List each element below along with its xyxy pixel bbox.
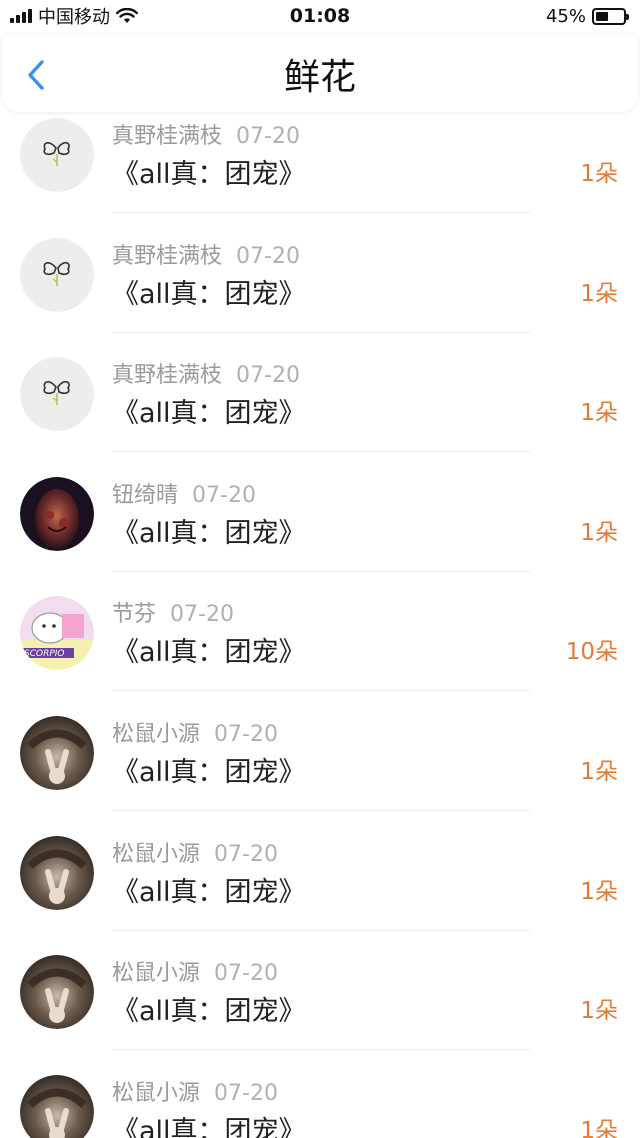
user-name: 松鼠小源 (112, 841, 201, 867)
user-name: 钮绮晴 (112, 482, 179, 508)
item-meta: 真野桂满枝 07-20 (112, 357, 300, 389)
list-item[interactable]: 松鼠小源 07-20 《all真：团宠》 1朵 (0, 830, 640, 950)
flower-count: 1朵 (580, 878, 618, 905)
flower-count: 1朵 (580, 519, 618, 546)
work-title: 《all真：团宠》 (112, 517, 306, 549)
avatar[interactable] (20, 237, 94, 312)
list-item[interactable]: 真野桂满枝 07-20 《all真：团宠》 1朵 (0, 232, 640, 352)
work-title: 《all真：团宠》 (112, 637, 306, 669)
item-date: 07-20 (214, 961, 278, 987)
item-meta: 节芬 07-20 (112, 596, 234, 628)
svg-text:SCORPIO: SCORPIO (24, 649, 65, 659)
page-title: 鲜花 (283, 57, 356, 98)
item-date: 07-20 (236, 363, 300, 389)
list-item[interactable]: SCORPIO 节芬 07-20 《all真：团宠》 10朵 (0, 590, 640, 710)
user-name: 松鼠小源 (112, 722, 201, 747)
signal-icon (10, 9, 32, 23)
avatar[interactable] (20, 357, 94, 432)
avatar[interactable] (20, 1074, 94, 1138)
nav-bar: 鲜花 (2, 36, 638, 112)
user-name: 真野桂满枝 (112, 363, 223, 389)
work-title: 《all真：团宠》 (112, 398, 306, 430)
list-item[interactable]: 松鼠小源 07-20 《all真：团宠》 1朵 (0, 1069, 640, 1138)
item-date: 07-20 (214, 722, 278, 747)
avatar[interactable] (20, 835, 94, 910)
carrier-label: 中国移动 (38, 7, 110, 28)
battery-fill (596, 11, 608, 21)
status-right: 45% (545, 5, 629, 27)
status-left: 中国移动 (10, 3, 138, 29)
list-item[interactable]: 松鼠小源 07-20 《all真：团宠》 1朵 (0, 710, 640, 830)
list-item[interactable]: 真野桂满枝 07-20 《all真：团宠》 1朵 (0, 351, 640, 471)
avatar[interactable] (20, 955, 94, 1030)
user-name: 松鼠小源 (112, 961, 201, 987)
user-name: 真野桂满枝 (112, 124, 223, 149)
flower-count: 1朵 (580, 998, 618, 1025)
avatar[interactable] (20, 716, 94, 790)
user-name: 松鼠小源 (112, 1080, 201, 1106)
chevron-left-icon (28, 60, 44, 90)
item-date: 07-20 (214, 1080, 278, 1106)
flower-count: 1朵 (580, 280, 618, 307)
item-meta: 松鼠小源 07-20 (112, 716, 278, 748)
avatar[interactable]: SCORPIO (20, 596, 94, 671)
work-title: 《all真：团宠》 (112, 159, 306, 190)
item-date: 07-20 (192, 482, 256, 508)
battery-percent: 45% (545, 5, 586, 27)
item-date: 07-20 (236, 243, 300, 269)
work-title: 《all真：团宠》 (112, 278, 306, 310)
item-date: 07-20 (170, 602, 234, 628)
battery-icon (592, 7, 629, 25)
divider (112, 212, 530, 213)
divider (112, 451, 530, 453)
divider (112, 810, 530, 811)
work-title: 《all真：团宠》 (112, 757, 306, 788)
item-meta: 真野桂满枝 07-20 (112, 238, 300, 270)
divider (112, 331, 530, 333)
divider (112, 1049, 530, 1051)
divider (112, 690, 530, 692)
back-button[interactable] (22, 58, 52, 92)
item-meta: 松鼠小源 07-20 (112, 955, 278, 987)
work-title: 《all真：团宠》 (112, 1115, 306, 1138)
divider (112, 570, 530, 572)
item-date: 07-20 (214, 841, 278, 867)
item-meta: 钮绮晴 07-20 (112, 477, 256, 509)
item-meta: 真野桂满枝 07-20 (112, 118, 300, 150)
list-item[interactable]: 松鼠小源 07-20 《all真：团宠》 1朵 (0, 949, 640, 1069)
flower-count: 1朵 (580, 1117, 618, 1138)
flower-count: 10朵 (565, 639, 618, 666)
list-item[interactable]: 钮绮晴 07-20 《all真：团宠》 1朵 (0, 471, 640, 591)
item-meta: 松鼠小源 07-20 (112, 836, 278, 868)
flower-list: 真野桂满枝 07-20 《all真：团宠》 1朵 真野桂满枝 07-20 《all真：团宠》… (0, 112, 640, 1138)
work-title: 《all真：团宠》 (112, 996, 306, 1028)
user-name: 节芬 (112, 602, 157, 628)
user-name: 真野桂满枝 (112, 243, 223, 269)
item-date: 07-20 (236, 124, 300, 149)
avatar[interactable] (20, 118, 94, 192)
list-item[interactable]: 真野桂满枝 07-20 《all真：团宠》 1朵 (0, 112, 640, 232)
divider (112, 929, 530, 931)
flower-count: 1朵 (580, 161, 618, 187)
flower-count: 1朵 (580, 400, 618, 427)
status-bar: 中国移动 01:08 45% (0, 0, 640, 32)
item-meta: 松鼠小源 07-20 (112, 1075, 278, 1107)
avatar[interactable] (20, 476, 94, 551)
work-title: 《all真：团宠》 (112, 876, 306, 908)
flower-count: 1朵 (580, 759, 618, 785)
wifi-icon (116, 8, 138, 23)
